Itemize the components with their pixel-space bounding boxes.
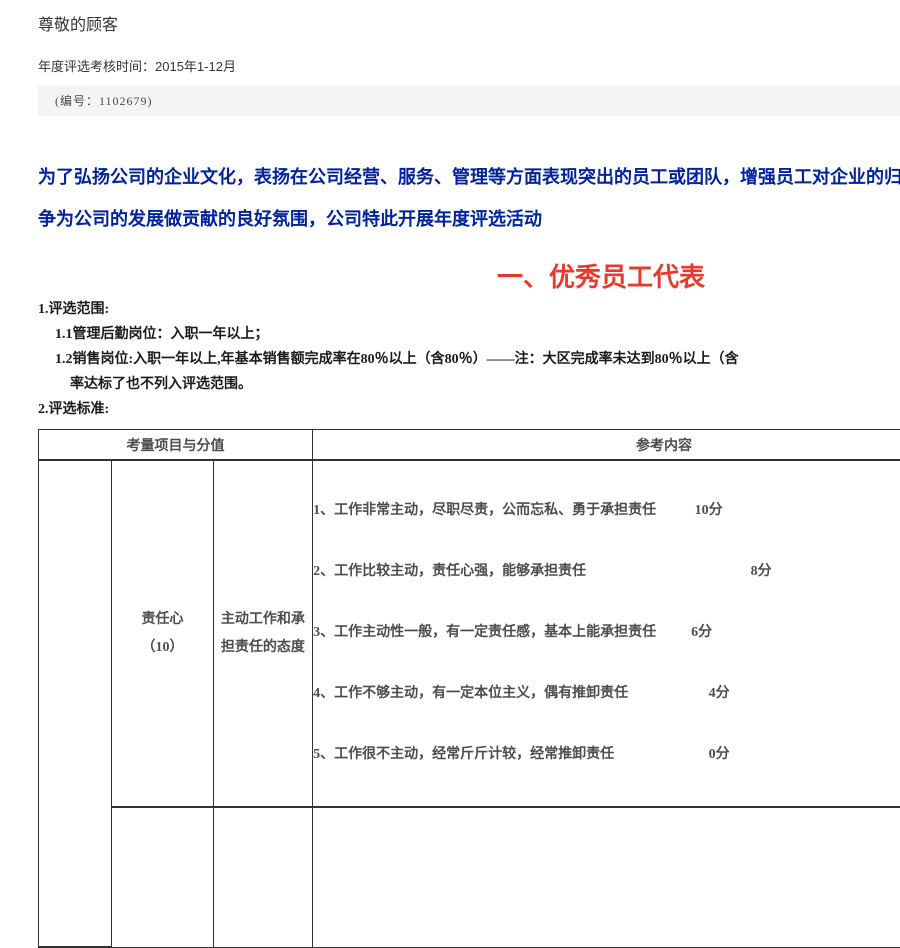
serial-bar: (编号：1102679) xyxy=(38,85,900,116)
table-cell-item: 责任心 （10） xyxy=(112,460,213,807)
greeting-text: 尊敬的顾客 xyxy=(38,18,900,34)
item-description-line-2: 担责任的态度 xyxy=(214,634,312,662)
header-reference-content: 参考内容 xyxy=(313,430,900,461)
document-root: 尊敬的顾客 年度评选考核时间：2015年1-12月 (编号：1102679) 为… xyxy=(0,18,900,948)
table-cell-empty xyxy=(213,807,312,947)
table-cell-description: 主动工作和承 担责任的态度 xyxy=(213,460,312,807)
intro-line-1: 为了弘扬公司的企业文化，表扬在公司经营、服务、管理等方面表现突出的员工或团队，增… xyxy=(38,156,900,198)
item-score: （10） xyxy=(112,634,212,662)
table-header-row: 考量项目与分值 参考内容 xyxy=(39,430,900,461)
scope-item-1: 1.1管理后勤岗位：入职一年以上； xyxy=(38,322,900,347)
criteria-item: 4、工作不够主动，有一定本位主义，偶有推卸责任 4分 xyxy=(313,684,900,703)
section-title: 一、优秀员工代表 xyxy=(38,264,900,290)
criteria-list: 1、工作非常主动，尽职尽责，公而忘私、勇于承担责任 10分 2、工作比较主动，责… xyxy=(313,461,900,764)
evaluation-period-text: 年度评选考核时间：2015年1-12月 xyxy=(38,60,900,73)
table-cell-group-empty xyxy=(39,460,112,947)
intro-line-2: 争为公司的发展做贡献的良好氛围，公司特此开展年度评选活动 xyxy=(38,198,900,240)
item-name: 责任心 xyxy=(112,606,212,634)
criteria-item: 2、工作比较主动，责任心强，能够承担责任 8分 xyxy=(313,562,900,581)
header-items-scores: 考量项目与分值 xyxy=(39,430,313,461)
table-cell-criteria: 1、工作非常主动，尽职尽责，公而忘私、勇于承担责任 10分 2、工作比较主动，责… xyxy=(313,460,900,807)
scope-heading: 1.评选范围: xyxy=(38,297,900,322)
criteria-item: 1、工作非常主动，尽职尽责，公而忘私、勇于承担责任 10分 xyxy=(313,501,900,520)
intro-paragraph: 为了弘扬公司的企业文化，表扬在公司经营、服务、管理等方面表现突出的员工或团队，增… xyxy=(38,156,900,240)
table-cell-empty xyxy=(112,807,213,947)
criteria-heading: 2.评选标准: xyxy=(38,397,900,422)
table-row-next xyxy=(39,807,900,947)
scope-item-2-line-2: 率达标了也不列入评选范围。 xyxy=(38,372,900,397)
table-cell-empty xyxy=(313,807,900,947)
rules-list: 1.评选范围: 1.1管理后勤岗位：入职一年以上； 1.2销售岗位:入职一年以上… xyxy=(38,297,900,422)
evaluation-table: 考量项目与分值 参考内容 责任心 （10） 主动工作和承 担责任的态度 1、工作… xyxy=(38,429,900,948)
scope-item-2-line-1: 1.2销售岗位:入职一年以上,年基本销售额完成率在80％以上（含80％）——注：… xyxy=(38,347,900,372)
serial-number: (编号：1102679) xyxy=(38,92,153,109)
criteria-item: 5、工作很不主动，经常斤斤计较，经常推卸责任 0分 xyxy=(313,745,900,764)
criteria-item: 3、工作主动性一般，有一定责任感，基本上能承担责任 6分 xyxy=(313,623,900,642)
table-row: 责任心 （10） 主动工作和承 担责任的态度 1、工作非常主动，尽职尽责，公而忘… xyxy=(39,460,900,807)
item-description-line-1: 主动工作和承 xyxy=(214,606,312,634)
